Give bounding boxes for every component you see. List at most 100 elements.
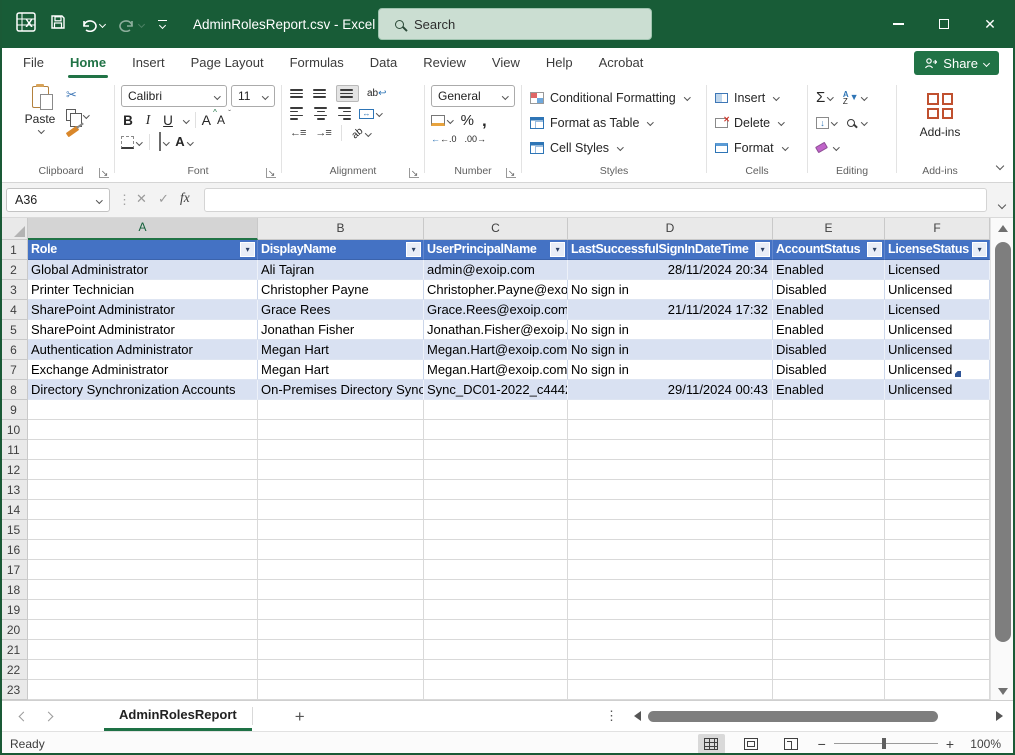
font-color-button[interactable]: A [175,133,192,151]
align-center-icon[interactable] [313,107,328,120]
cell[interactable]: Disabled [773,280,885,300]
cell[interactable] [28,600,258,620]
cell[interactable] [885,540,990,560]
cell[interactable] [773,680,885,700]
cell[interactable] [258,680,424,700]
formula-bar-drag-handle[interactable]: ⋮ [118,192,131,208]
orientation-button[interactable]: ab [352,128,371,139]
cell[interactable] [773,600,885,620]
cell[interactable]: Printer Technician [28,280,258,300]
cell[interactable]: Megan Hart [258,340,424,360]
sheet-more-icon[interactable]: ⋮ [605,708,618,724]
cell[interactable]: Authentication Administrator [28,340,258,360]
cell[interactable]: Disabled [773,340,885,360]
cell[interactable]: Enabled [773,300,885,320]
cell[interactable]: Licensed [885,260,990,280]
cell[interactable]: No sign in [568,340,773,360]
cell[interactable] [568,680,773,700]
underline-button[interactable]: U [161,113,175,128]
autosum-button[interactable]: Σ [816,90,833,105]
cell[interactable] [885,580,990,600]
search-box[interactable]: Search [378,8,652,40]
cell[interactable]: Directory Synchronization Accounts [28,380,258,400]
format-painter-icon[interactable] [66,126,80,138]
cell[interactable]: Christopher Payne [258,280,424,300]
name-box[interactable]: A36 [6,188,110,212]
cell[interactable]: SharePoint Administrator [28,320,258,340]
row-header-20[interactable]: 20 [0,620,28,640]
cell[interactable] [568,660,773,680]
filter-button[interactable]: ▾ [972,242,987,257]
column-header-B[interactable]: B [258,218,424,240]
enter-icon[interactable]: ✓ [158,191,169,207]
row-header-1[interactable]: 1 [0,240,28,260]
scroll-left-icon[interactable] [634,711,641,721]
middle-align-icon[interactable] [313,87,328,100]
select-all-corner[interactable] [0,218,28,240]
font-size-combo[interactable]: 11 [231,85,275,107]
format-as-table-button[interactable]: Format as Table [530,110,706,135]
cell[interactable] [885,680,990,700]
tab-insert[interactable]: Insert [119,48,178,78]
cell[interactable] [773,460,885,480]
close-button[interactable]: ✕ [967,0,1013,48]
filter-button[interactable]: ▾ [550,242,565,257]
cell[interactable] [258,560,424,580]
cell[interactable] [424,620,568,640]
insert-cells-button[interactable]: Insert [715,85,807,110]
tab-review[interactable]: Review [410,48,479,78]
zoom-slider[interactable] [834,743,938,744]
cell[interactable]: Megan.Hart@exoip.com [424,340,568,360]
cancel-icon[interactable]: ✕ [136,191,147,207]
cell[interactable] [424,520,568,540]
cell[interactable] [424,420,568,440]
number-dialog-launcher-icon[interactable]: ↘ [506,168,516,178]
row-header-21[interactable]: 21 [0,640,28,660]
row-header-18[interactable]: 18 [0,580,28,600]
cell[interactable] [885,500,990,520]
next-sheet-icon[interactable] [44,711,54,721]
cell[interactable] [424,440,568,460]
customize-quick-access-icon[interactable] [158,20,167,28]
column-header-D[interactable]: D [568,218,773,240]
cell[interactable] [773,520,885,540]
column-header-F[interactable]: F [885,218,990,240]
undo-dropdown-icon[interactable] [99,20,106,27]
cell[interactable] [773,620,885,640]
cell[interactable] [773,540,885,560]
excel-app-icon[interactable]: X [16,12,36,37]
cell[interactable] [258,540,424,560]
clipboard-dialog-launcher-icon[interactable]: ↘ [99,168,109,178]
cell[interactable] [258,480,424,500]
cell[interactable] [424,500,568,520]
column-header-C[interactable]: C [424,218,568,240]
cell[interactable] [258,640,424,660]
row-header-6[interactable]: 6 [0,340,28,360]
cell[interactable] [28,660,258,680]
increase-indent-icon[interactable]: →≡ [315,127,330,139]
cell[interactable] [773,560,885,580]
tab-help[interactable]: Help [533,48,586,78]
cell[interactable] [568,520,773,540]
row-header-19[interactable]: 19 [0,600,28,620]
tab-data[interactable]: Data [357,48,410,78]
cell[interactable] [424,400,568,420]
horizontal-scrollbar-thumb[interactable] [648,711,938,722]
column-header-E[interactable]: E [773,218,885,240]
cell[interactable]: Ali Tajran [258,260,424,280]
paste-button[interactable]: Paste [22,86,58,158]
cut-icon[interactable]: ✂ [66,88,77,101]
alignment-dialog-launcher-icon[interactable]: ↘ [409,168,419,178]
row-header-7[interactable]: 7 [0,360,28,380]
tab-view[interactable]: View [479,48,533,78]
cell[interactable] [28,580,258,600]
cell[interactable]: Unlicensed [885,380,990,400]
cell[interactable] [773,660,885,680]
cell[interactable] [568,400,773,420]
zoom-level[interactable]: 100% [967,737,1001,751]
row-header-9[interactable]: 9 [0,400,28,420]
filter-button[interactable]: ▾ [755,242,770,257]
cell[interactable] [773,640,885,660]
tab-file[interactable]: File [10,48,57,78]
increase-decimal-button[interactable]: ←←.0 [431,134,457,144]
